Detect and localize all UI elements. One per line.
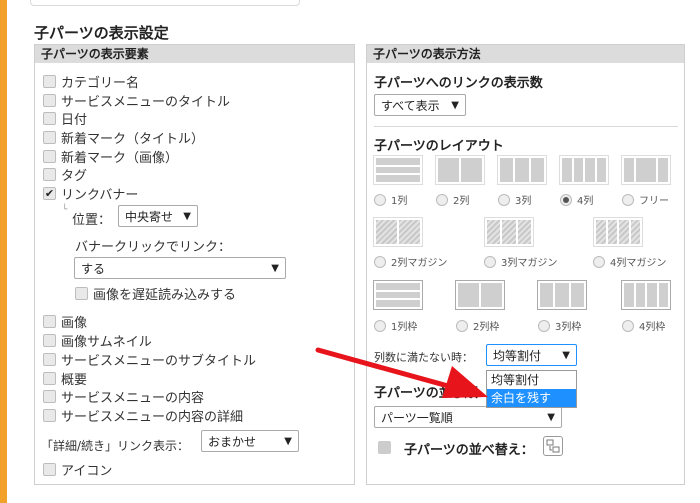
annotation-arrow bbox=[315, 347, 488, 398]
